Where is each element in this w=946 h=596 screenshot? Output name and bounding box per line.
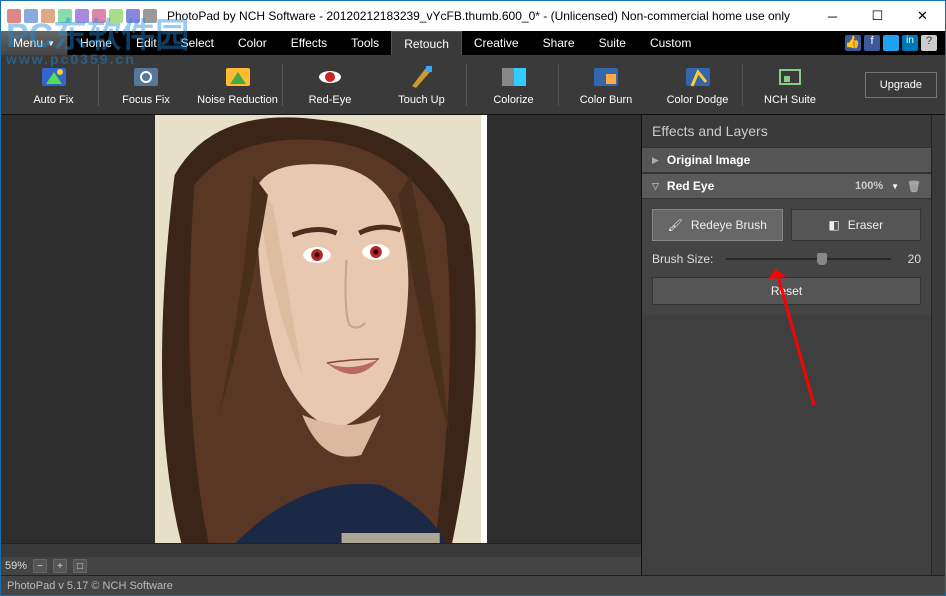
chevron-right-icon: ▶: [652, 155, 659, 166]
button-label: Redeye Brush: [691, 218, 767, 232]
tool-colorize[interactable]: Colorize: [469, 64, 559, 106]
color-burn-icon: [592, 64, 620, 90]
main-menu-button[interactable]: Menu ▼: [1, 31, 68, 55]
tool-label: NCH Suite: [764, 94, 816, 106]
tab-retouch[interactable]: Retouch: [391, 31, 462, 55]
vertical-scrollbar[interactable]: [931, 115, 945, 575]
tool-focus-fix[interactable]: Focus Fix: [101, 64, 191, 106]
tool-label: Focus Fix: [122, 94, 170, 106]
tool-label: Color Dodge: [667, 94, 729, 106]
tool-label: Noise Reduction: [197, 94, 278, 106]
tab-creative[interactable]: Creative: [462, 31, 531, 55]
horizontal-scrollbar[interactable]: [1, 543, 641, 557]
red-eye-icon: [316, 64, 344, 90]
tool-label: Touch Up: [398, 94, 444, 106]
tab-tools[interactable]: Tools: [339, 31, 391, 55]
tool-nch-suite[interactable]: NCH Suite: [745, 64, 835, 106]
tab-effects[interactable]: Effects: [279, 31, 339, 55]
auto-fix-icon: [40, 64, 68, 90]
quick-access-icons: [1, 9, 163, 23]
canvas-viewport[interactable]: [1, 115, 641, 543]
tool-auto-fix[interactable]: Auto Fix: [9, 64, 99, 106]
brush-icon: 🖌: [668, 218, 683, 232]
maximize-button[interactable]: ☐: [855, 1, 900, 31]
tool-touch-up[interactable]: Touch Up: [377, 64, 467, 106]
tab-custom[interactable]: Custom: [638, 31, 703, 55]
tool-label: Red-Eye: [309, 94, 352, 106]
ribbon-toolbar: Auto Fix Focus Fix Noise Reduction Red-E…: [1, 55, 945, 115]
brush-size-value: 20: [901, 252, 921, 266]
eraser-icon: ◧: [828, 218, 839, 232]
effects-and-layers-panel: Effects and Layers ▶ Original Image ▽ Re…: [641, 115, 931, 575]
touch-up-icon: [408, 64, 436, 90]
qat-icon[interactable]: [24, 9, 38, 23]
status-text: PhotoPad v 5.17 © NCH Software: [7, 580, 173, 592]
tab-share[interactable]: Share: [531, 31, 587, 55]
reset-button[interactable]: Reset: [652, 277, 921, 305]
focus-fix-icon: [132, 64, 160, 90]
accordion-label: Original Image: [667, 153, 750, 167]
tool-label: Color Burn: [580, 94, 633, 106]
qat-icon[interactable]: [7, 9, 21, 23]
titlebar: PhotoPad by NCH Software - 2012021218323…: [1, 1, 945, 31]
qat-icon[interactable]: [126, 9, 140, 23]
button-label: Eraser: [848, 218, 883, 232]
tool-red-eye[interactable]: Red-Eye: [285, 64, 375, 106]
qat-icon[interactable]: [41, 9, 55, 23]
window-title: PhotoPad by NCH Software - 2012021218323…: [163, 9, 810, 23]
qat-icon[interactable]: [143, 9, 157, 23]
chevron-down-icon: ▼: [47, 39, 55, 48]
tab-color[interactable]: Color: [226, 31, 279, 55]
thumbs-up-icon[interactable]: 👍: [845, 35, 861, 51]
opacity-value: 100%: [855, 180, 883, 192]
tab-edit[interactable]: Edit: [124, 31, 169, 55]
qat-icon[interactable]: [75, 9, 89, 23]
accordion-red-eye[interactable]: ▽ Red Eye 100% ▼ 🗑: [642, 173, 931, 199]
trash-icon[interactable]: 🗑: [907, 180, 921, 193]
slider-thumb[interactable]: [817, 253, 827, 265]
status-bar: PhotoPad v 5.17 © NCH Software: [1, 575, 945, 595]
panel-title: Effects and Layers: [642, 115, 931, 147]
chevron-down-icon[interactable]: ▼: [891, 182, 899, 191]
zoom-out-button[interactable]: −: [33, 559, 47, 573]
qat-icon[interactable]: [58, 9, 72, 23]
noise-reduction-icon: [224, 64, 252, 90]
zoom-value: 59%: [5, 560, 27, 572]
tool-label: Auto Fix: [33, 94, 73, 106]
tool-color-burn[interactable]: Color Burn: [561, 64, 651, 106]
redeye-brush-button[interactable]: 🖌 Redeye Brush: [652, 209, 783, 241]
menu-label: Menu: [13, 36, 43, 50]
close-button[interactable]: ✕: [900, 1, 945, 31]
tool-color-dodge[interactable]: Color Dodge: [653, 64, 743, 106]
color-dodge-icon: [684, 64, 712, 90]
nch-suite-icon: [776, 64, 804, 90]
colorize-icon: [500, 64, 528, 90]
brush-size-slider[interactable]: [726, 251, 891, 267]
minimize-button[interactable]: ─: [810, 1, 855, 31]
tab-suite[interactable]: Suite: [587, 31, 638, 55]
tool-noise-reduction[interactable]: Noise Reduction: [193, 64, 283, 106]
tool-label: Colorize: [493, 94, 533, 106]
twitter-icon[interactable]: [883, 35, 899, 51]
qat-icon[interactable]: [109, 9, 123, 23]
upgrade-button[interactable]: Upgrade: [865, 72, 937, 98]
info-icon[interactable]: ?: [921, 35, 937, 51]
zoom-in-button[interactable]: +: [53, 559, 67, 573]
linkedin-icon[interactable]: in: [902, 35, 918, 51]
chevron-down-icon: ▽: [652, 181, 659, 192]
tab-select[interactable]: Select: [169, 31, 226, 55]
facebook-icon[interactable]: f: [864, 35, 880, 51]
accordion-original-image[interactable]: ▶ Original Image: [642, 147, 931, 173]
menubar: Menu ▼ Home Edit Select Color Effects To…: [1, 31, 945, 55]
tab-home[interactable]: Home: [68, 31, 124, 55]
qat-icon[interactable]: [92, 9, 106, 23]
red-eye-panel-body: 🖌 Redeye Brush ◧ Eraser Brush Size: 20: [642, 199, 931, 315]
zoom-bar: 59% − + □: [1, 557, 641, 575]
zoom-fit-button[interactable]: □: [73, 559, 87, 573]
image-canvas[interactable]: [155, 115, 487, 543]
eraser-button[interactable]: ◧ Eraser: [791, 209, 922, 241]
brush-size-label: Brush Size:: [652, 252, 716, 266]
accordion-label: Red Eye: [667, 179, 714, 193]
